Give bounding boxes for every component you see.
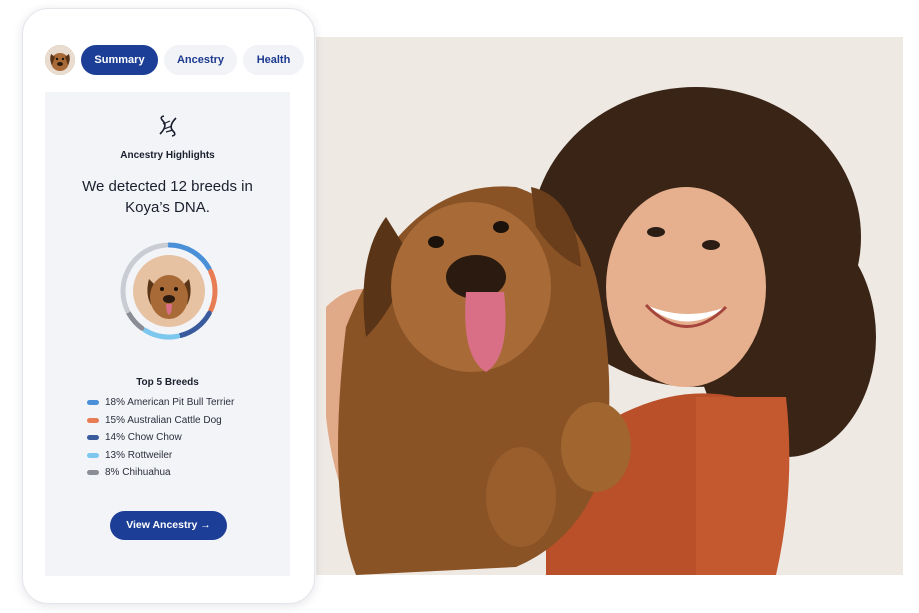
headline: We detected 12 breeds in Koya’s DNA.: [65, 176, 270, 218]
tab-health[interactable]: Health: [243, 45, 304, 75]
ring-segment: [142, 327, 181, 340]
tab-ancestry[interactable]: Ancestry: [164, 45, 237, 75]
breed-list: 18% American Pit Bull Terrier 15% Austra…: [87, 394, 234, 482]
woman-hugging-dog-illustration: [326, 87, 876, 575]
breed-label: 8% Chihuahua: [105, 467, 171, 479]
phone-mockup: Summary Ancestry Health Ancestry Highlig…: [22, 8, 315, 604]
dog-avatar[interactable]: [45, 45, 75, 75]
ring-segment: [126, 310, 145, 331]
list-item: 14% Chow Chow: [87, 429, 234, 447]
top-breeds-label: Top 5 Breeds: [136, 377, 199, 388]
headline-line-2: Koya’s DNA.: [125, 199, 210, 216]
list-item: 15% Australian Cattle Dog: [87, 412, 234, 430]
ring-segment: [208, 268, 218, 313]
breed-swatch: [87, 470, 99, 476]
view-ancestry-button[interactable]: View Ancestry →: [110, 511, 227, 540]
breed-ring-chart: [120, 242, 218, 340]
hero-photo: [316, 37, 903, 575]
breed-swatch: [87, 400, 99, 406]
dog-face-icon: [45, 45, 75, 75]
breed-swatch: [87, 417, 99, 423]
breed-label: 14% Chow Chow: [105, 432, 182, 444]
ancestry-highlights-label: Ancestry Highlights: [120, 150, 215, 161]
breed-swatch: [87, 435, 99, 441]
breed-label: 15% Australian Cattle Dog: [105, 414, 222, 426]
breed-label: 18% American Pit Bull Terrier: [105, 397, 235, 409]
headline-line-1: We detected 12 breeds in: [82, 178, 253, 195]
breed-swatch: [87, 452, 99, 458]
list-item: 13% Rottweiler: [87, 447, 234, 465]
dna-icon: [159, 115, 177, 137]
summary-panel: Ancestry Highlights We detected 12 breed…: [45, 92, 290, 576]
tab-summary[interactable]: Summary: [81, 45, 158, 75]
list-item: 18% American Pit Bull Terrier: [87, 394, 234, 412]
breed-label: 13% Rottweiler: [105, 449, 173, 461]
list-item: 8% Chihuahua: [87, 464, 234, 482]
